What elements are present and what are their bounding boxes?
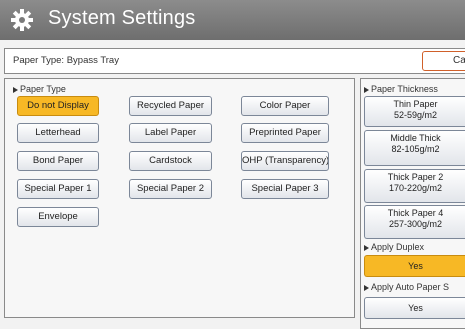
page-title: System Settings bbox=[48, 7, 196, 29]
thickness-option-name: Thick Paper 2 bbox=[387, 172, 444, 182]
thickness-option-name: Thin Paper bbox=[393, 99, 438, 109]
title-bar: System Settings bbox=[0, 0, 465, 40]
apply-duplex-label: Apply Duplex bbox=[371, 242, 425, 252]
thickness-option-range: 52-59g/m2 bbox=[393, 110, 438, 120]
apply-duplex-section: Apply Duplex bbox=[364, 242, 424, 252]
apply-duplex-yes-button[interactable]: Yes bbox=[364, 255, 465, 277]
cancel-button[interactable]: Canc bbox=[422, 51, 465, 71]
paper-type-button-ohp[interactable]: OHP (Transparency) bbox=[241, 151, 329, 171]
arrow-right-icon bbox=[364, 284, 369, 291]
paper-type-button-envelope[interactable]: Envelope bbox=[17, 207, 99, 227]
apply-auto-paper-yes-button[interactable]: Yes bbox=[364, 297, 465, 319]
screen: System Settings Paper Type: Bypass Tray … bbox=[0, 0, 465, 329]
paper-type-button-recycled[interactable]: Recycled Paper bbox=[129, 96, 212, 116]
arrow-right-icon bbox=[13, 86, 18, 93]
apply-auto-paper-label: Apply Auto Paper S bbox=[371, 282, 450, 292]
paper-type-button-letterhead[interactable]: Letterhead bbox=[17, 123, 99, 143]
thickness-option-thick-4[interactable]: Thick Paper 4 257-300g/m2 bbox=[364, 205, 465, 239]
thickness-option-thick-2[interactable]: Thick Paper 2 170-220g/m2 bbox=[364, 169, 465, 203]
paper-type-section: Paper Type bbox=[13, 84, 66, 94]
paper-type-panel: Paper Type Do not Display Recycled Paper… bbox=[4, 78, 355, 318]
thickness-option-range: 170-220g/m2 bbox=[388, 183, 443, 193]
thickness-option-range: 257-300g/m2 bbox=[388, 219, 443, 229]
paper-type-row: Paper Type: Bypass Tray Canc bbox=[4, 48, 465, 74]
arrow-right-icon bbox=[364, 86, 369, 93]
paper-type-button-label[interactable]: Label Paper bbox=[129, 123, 212, 143]
apply-auto-paper-section: Apply Auto Paper S bbox=[364, 282, 449, 292]
paper-type-button-preprinted[interactable]: Preprinted Paper bbox=[241, 123, 329, 143]
thickness-option-name: Thick Paper 4 bbox=[387, 208, 444, 218]
paper-type-button-bond[interactable]: Bond Paper bbox=[17, 151, 99, 171]
paper-type-button-cardstock[interactable]: Cardstock bbox=[129, 151, 212, 171]
paper-type-button-color[interactable]: Color Paper bbox=[241, 96, 329, 116]
right-panel: Paper Thickness Thin Paper 52-59g/m2 Mid… bbox=[360, 78, 465, 329]
gear-icon bbox=[11, 9, 33, 31]
thickness-option-name: Middle Thick bbox=[390, 133, 441, 143]
thickness-option-range: 82-105g/m2 bbox=[391, 144, 440, 154]
paper-thickness-section: Paper Thickness bbox=[364, 84, 438, 94]
paper-type-button-special-3[interactable]: Special Paper 3 bbox=[241, 179, 329, 199]
thickness-option-middle[interactable]: Middle Thick 82-105g/m2 bbox=[364, 130, 465, 166]
paper-type-button-do-not-display[interactable]: Do not Display bbox=[17, 96, 99, 116]
paper-type-label: Paper Type bbox=[20, 84, 66, 94]
paper-type-row-label: Paper Type: Bypass Tray bbox=[13, 55, 119, 66]
paper-type-button-special-1[interactable]: Special Paper 1 bbox=[17, 179, 99, 199]
paper-thickness-label: Paper Thickness bbox=[371, 84, 438, 94]
arrow-right-icon bbox=[364, 244, 369, 251]
thickness-option-thin[interactable]: Thin Paper 52-59g/m2 bbox=[364, 96, 465, 127]
paper-type-button-special-2[interactable]: Special Paper 2 bbox=[129, 179, 212, 199]
